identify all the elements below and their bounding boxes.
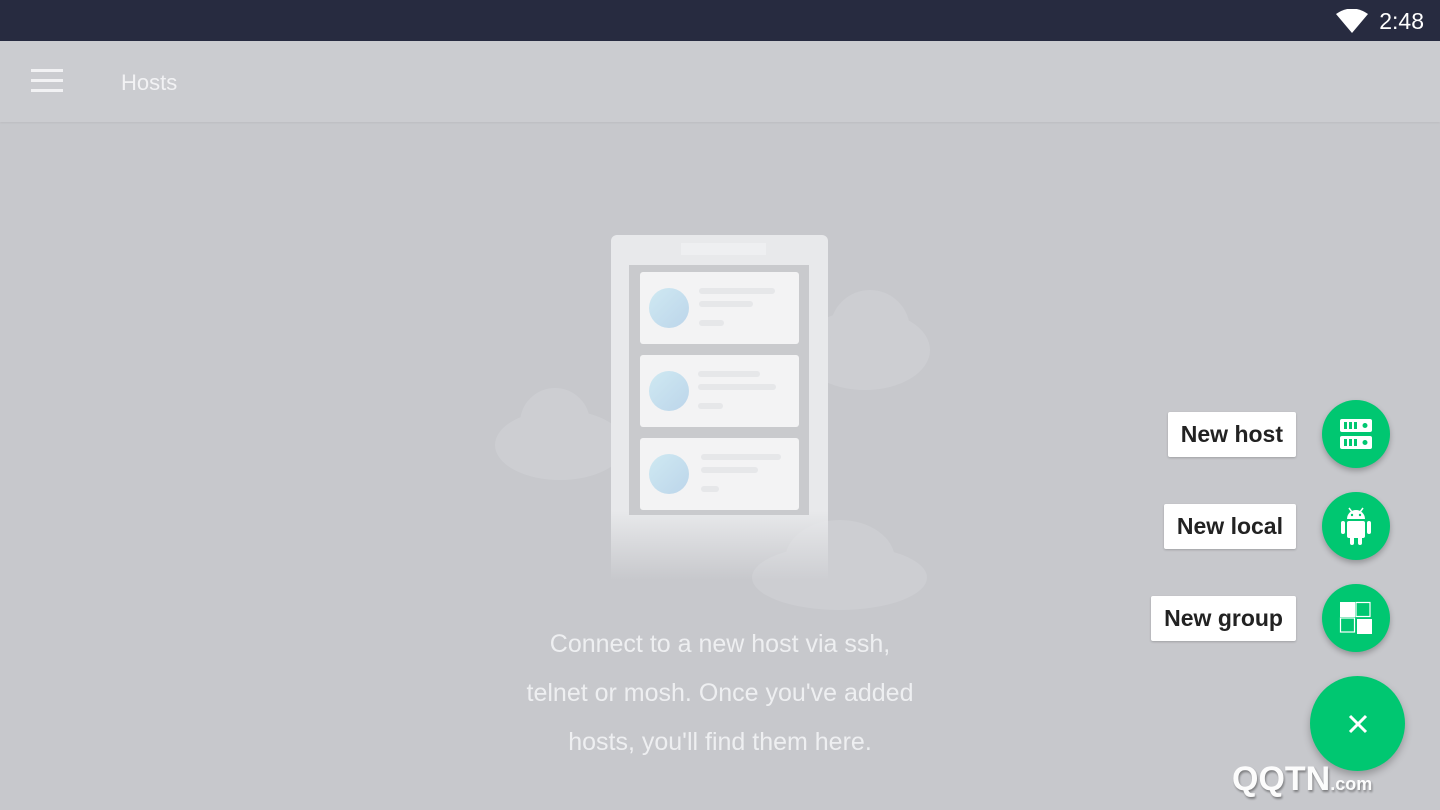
app-bar: Hosts <box>0 41 1440 122</box>
message-line: hosts, you'll find them here. <box>568 728 872 756</box>
empty-state-message: Connect to a new host via ssh, telnet or… <box>470 620 970 767</box>
message-line: telnet or mosh. Once you've added <box>526 679 914 707</box>
new-group-button[interactable] <box>1322 584 1390 652</box>
server-icon <box>1340 419 1372 449</box>
new-group-action[interactable]: New group <box>1151 584 1390 652</box>
wifi-icon <box>1336 9 1368 33</box>
watermark-text: QQTN <box>1232 760 1331 798</box>
new-local-label[interactable]: New local <box>1163 503 1296 549</box>
hamburger-menu-icon[interactable] <box>31 69 63 93</box>
status-bar: 2:48 <box>0 0 1440 41</box>
android-icon <box>1341 507 1371 545</box>
new-host-label[interactable]: New host <box>1167 411 1296 457</box>
close-icon <box>1348 714 1367 733</box>
new-local-button[interactable] <box>1322 492 1390 560</box>
close-fab-button[interactable] <box>1310 676 1405 771</box>
new-host-action[interactable]: New host <box>1167 400 1390 468</box>
new-group-label[interactable]: New group <box>1151 595 1296 641</box>
new-local-action[interactable]: New local <box>1163 492 1390 560</box>
message-line: Connect to a new host via ssh, <box>549 630 891 658</box>
new-host-button[interactable] <box>1322 400 1390 468</box>
group-icon <box>1339 601 1372 634</box>
watermark-suffix: .com <box>1330 774 1373 794</box>
clock: 2:48 <box>1379 8 1424 34</box>
page-title: Hosts <box>121 70 178 95</box>
watermark-logo: QQTN.com <box>1232 760 1372 799</box>
